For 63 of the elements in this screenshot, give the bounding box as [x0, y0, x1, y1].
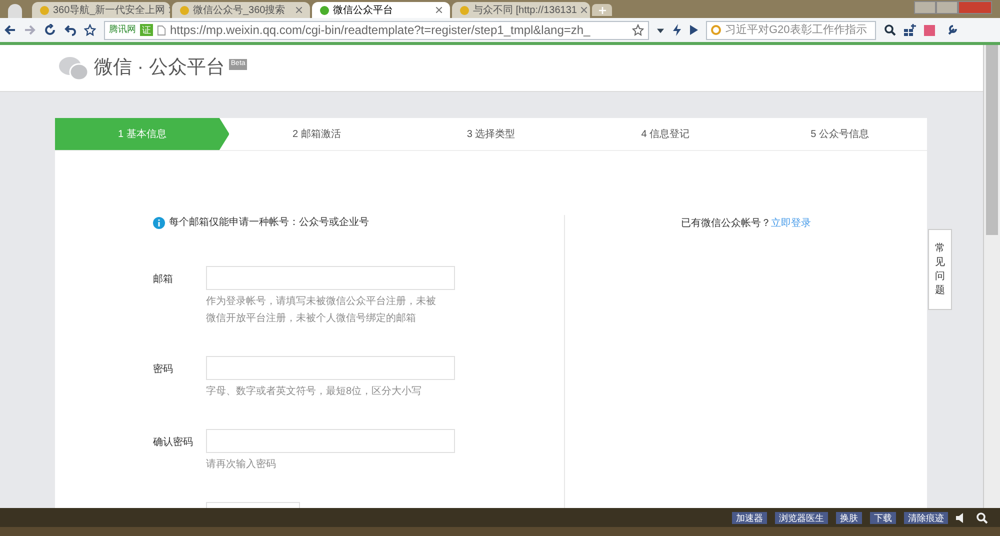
tab-title: 微信公众号_360搜索: [193, 4, 286, 18]
url-text: https://mp.weixin.qq.com/cgi-bin/readtemplate?t=register/step1_tmpl&lang=zh_: [170, 22, 590, 38]
undo-icon[interactable]: [64, 24, 76, 36]
tab-favicon-icon: [180, 6, 189, 14]
extension-icon[interactable]: [924, 24, 935, 36]
play-icon[interactable]: [690, 25, 698, 35]
address-bar[interactable]: 腾讯网 证 https://mp.weixin.qq.com/cgi-bin/readtemplate?t=register/step1_tmpl&lang=zh_: [104, 20, 649, 40]
progress-step: 4 信息登记: [578, 118, 753, 150]
status-bar-item[interactable]: 下载: [870, 512, 896, 524]
tab-close-icon[interactable]: [296, 7, 302, 13]
tab-close-icon[interactable]: [436, 7, 442, 13]
tab-title: 微信公众平台: [333, 4, 394, 18]
field-label: 确认密码: [153, 437, 193, 448]
form-input[interactable]: [206, 266, 455, 290]
status-bar-item[interactable]: 换肤: [836, 512, 862, 524]
bookmark-star-icon[interactable]: [632, 24, 644, 36]
search-engine-icon: [711, 25, 721, 35]
new-tab-button[interactable]: [592, 4, 612, 16]
form-input[interactable]: [206, 356, 455, 380]
zoom-icon[interactable]: [976, 512, 988, 524]
field-label: 密码: [153, 364, 173, 375]
refresh-icon[interactable]: [44, 24, 56, 36]
progress-step: 3 选择类型: [404, 118, 578, 150]
progress-step: 1 基本信息: [55, 118, 230, 150]
star-icon[interactable]: [84, 24, 96, 36]
status-bar-item[interactable]: 清除痕迹: [904, 512, 948, 524]
login-prompt: 已有微信公众帐号？: [681, 216, 771, 230]
tab-title: 与众不同 [http://136131: [473, 4, 577, 18]
page-icon: [157, 24, 166, 36]
browser-tab[interactable]: 与众不同 [http://136131: [452, 2, 590, 18]
back-icon[interactable]: [4, 24, 16, 36]
field-hint: 字母、数字或者英文符号，最短8位，区分大小写: [206, 384, 423, 399]
info-icon: [153, 216, 165, 228]
lightning-icon[interactable]: [672, 24, 682, 36]
notice-text: 每个邮箱仅能申请一种帐号：公众号或企业号: [169, 216, 369, 230]
tab-favicon-icon: [320, 6, 329, 14]
plus-icon: [598, 6, 606, 14]
browser-tab[interactable]: 微信公众平台: [312, 2, 450, 18]
field-label: 邮箱: [153, 274, 173, 285]
tab-favicon-icon: [460, 6, 469, 14]
browser-tab[interactable]: 微信公众号_360搜索: [172, 2, 310, 18]
chat-bubbles-icon: [58, 55, 90, 81]
progress-step: 2 邮箱激活: [229, 118, 404, 150]
apps-icon[interactable]: [904, 24, 916, 36]
progress-step: 5 公众号信息: [752, 118, 928, 150]
field-hint: 请再次输入密码: [206, 458, 277, 472]
browser-tab[interactable]: 360导航_新一代安全上网: [32, 2, 170, 18]
certificate-badge: 证: [140, 24, 153, 36]
site-label: 腾讯网: [109, 23, 136, 36]
status-bar-item[interactable]: 浏览器医生: [775, 512, 828, 524]
faq-tab[interactable]: 常见问题: [928, 229, 952, 310]
tab-close-icon[interactable]: [580, 7, 587, 13]
field-hint: 作为登录帐号，请填写未被微信公众平台注册，未被微信开放平台注册，未被个人微信号绑定的邮箱: [206, 294, 437, 326]
tab-title: 360导航_新一代安全上网: [53, 4, 166, 18]
platform-title: 微信 · 公众平台: [94, 56, 225, 80]
search-icon[interactable]: [884, 24, 896, 36]
search-field[interactable]: 习近平对G20表彰工作作指示: [706, 20, 876, 40]
status-bar-item[interactable]: 加速器: [732, 512, 767, 524]
tab-favicon-icon: [40, 6, 49, 14]
search-text: 习近平对G20表彰工作作指示: [725, 22, 867, 38]
dropdown-caret-icon[interactable]: [657, 26, 664, 34]
form-input[interactable]: [206, 429, 455, 453]
scrollbar[interactable]: [983, 45, 1000, 508]
